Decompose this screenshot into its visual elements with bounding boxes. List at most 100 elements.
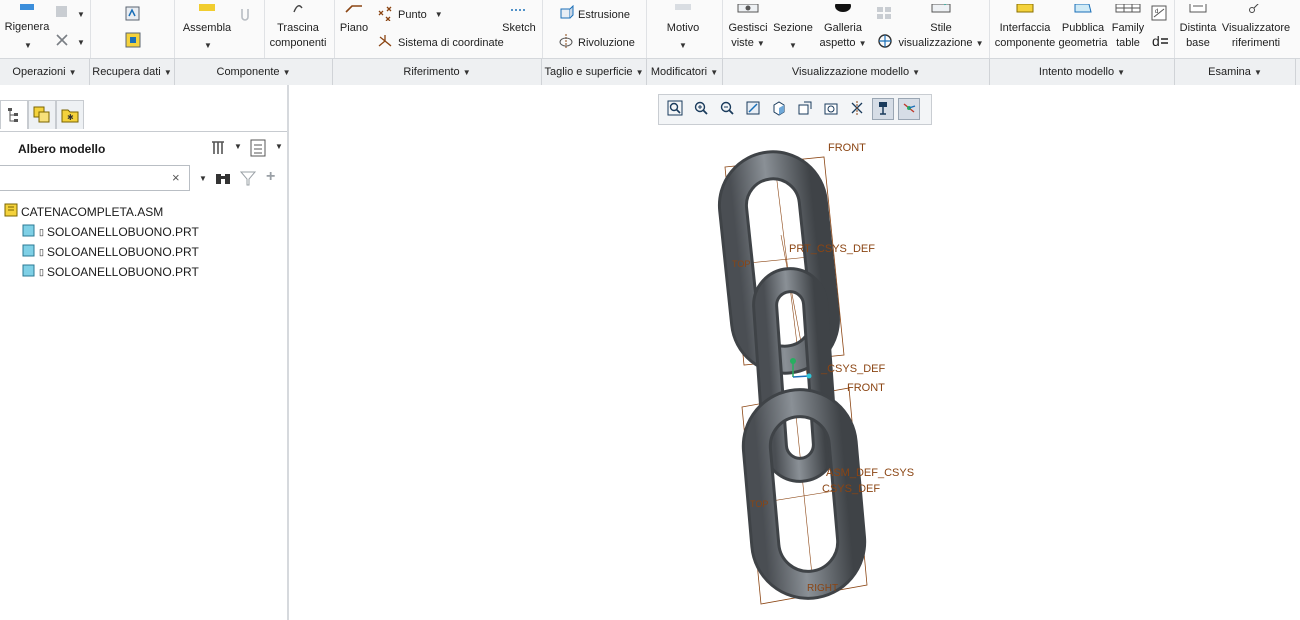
- datum-label-top[interactable]: TOP: [750, 499, 768, 509]
- placement-icon: ▯: [39, 227, 44, 237]
- publish-geometry-button[interactable]: Pubblica geometria: [1058, 3, 1108, 52]
- part-icon: [22, 223, 36, 243]
- chevron-down-icon[interactable]: ▼: [77, 38, 85, 47]
- relations-icon[interactable]: d: [1151, 32, 1169, 53]
- appearance-gallery-button[interactable]: Galleria aspetto ▼: [816, 0, 870, 52]
- show-columns-icon[interactable]: [249, 138, 267, 161]
- tree-item-part[interactable]: ▯ SOLOANELLOBUONO.PRT: [22, 263, 199, 282]
- paste-icon[interactable]: [54, 4, 70, 21]
- tree-item-assembly[interactable]: CATENACOMPLETA.ASM: [4, 203, 163, 222]
- extrude-icon: [558, 4, 574, 24]
- datum-label-csys[interactable]: _CSYS_DEF: [821, 363, 885, 375]
- perspective-icon[interactable]: [876, 32, 894, 53]
- sketch-button[interactable]: Sketch: [500, 9, 538, 52]
- restore-icon[interactable]: [238, 6, 252, 25]
- switch-symbols-icon[interactable]: d: [1151, 5, 1167, 24]
- group-label: Modificatori: [650, 66, 708, 78]
- datum-label-asm-csys[interactable]: ASM_DEF_CSYS: [826, 467, 914, 479]
- drag-components-label-1: Trascina: [277, 22, 319, 34]
- datum-label-right[interactable]: RIGHT: [807, 583, 838, 594]
- model-tree-icon: [7, 107, 21, 126]
- graphics-window[interactable]: FRONT PRT_CSYS_DEF TOP _CSYS_DEF FRONT A…: [289, 85, 1300, 620]
- filter-icon[interactable]: [239, 170, 257, 189]
- chain-model-view[interactable]: [289, 85, 1300, 620]
- assemble-icon: [196, 4, 218, 19]
- tree-search-row: × ▼ +: [0, 163, 287, 195]
- group-model-intent[interactable]: Intento modello ▼: [990, 59, 1175, 85]
- group-modifiers[interactable]: Modificatori ▼: [647, 59, 723, 85]
- copy-geometry-icon[interactable]: [124, 4, 142, 25]
- group-component[interactable]: Componente ▼: [175, 59, 333, 85]
- chevron-down-icon: ▼: [68, 68, 77, 77]
- reference-viewer-button[interactable]: Visualizzatore riferimenti: [1220, 1, 1292, 52]
- regenerate-label: Rigenera: [4, 21, 50, 33]
- chevron-down-icon[interactable]: ▼: [77, 10, 85, 19]
- group-operations[interactable]: Operazioni ▼: [0, 59, 90, 85]
- chevron-down-icon[interactable]: ▼: [24, 38, 32, 53]
- middle-chain-link[interactable]: [752, 267, 838, 483]
- point-button[interactable]: Punto ▼: [376, 5, 443, 24]
- datum-label-front[interactable]: FRONT: [828, 142, 866, 154]
- binoculars-icon[interactable]: [214, 170, 232, 189]
- chevron-down-icon[interactable]: ▼: [435, 10, 443, 19]
- tree-search-input[interactable]: [0, 165, 190, 191]
- bill-of-materials-button[interactable]: Distinta base: [1176, 1, 1220, 52]
- tree-item-label: CATENACOMPLETA.ASM: [21, 205, 164, 219]
- clear-search-icon[interactable]: ×: [172, 170, 180, 185]
- assemble-label: Assembla: [182, 22, 232, 34]
- grid-icon[interactable]: [876, 6, 892, 23]
- tab-folder-browser[interactable]: ✱: [56, 100, 84, 129]
- component-interface-label-1: Interfaccia: [999, 22, 1051, 34]
- tree-settings-icon[interactable]: [208, 138, 230, 161]
- chevron-down-icon[interactable]: ▼: [275, 142, 283, 151]
- pattern-button[interactable]: Motivo ▼: [660, 4, 706, 53]
- chevron-down-icon: ▼: [635, 68, 644, 77]
- group-investigate[interactable]: Esamina ▼: [1175, 59, 1296, 85]
- reference-viewer-label-1: Visualizzatore: [1221, 22, 1291, 34]
- revolve-button[interactable]: Rivoluzione: [558, 33, 635, 52]
- chevron-down-icon[interactable]: ▼: [789, 38, 797, 53]
- assemble-button[interactable]: Assembla ▼: [180, 4, 234, 53]
- manage-views-button[interactable]: Gestisci viste ▼: [726, 3, 770, 52]
- tree-item-label: SOLOANELLOBUONO.PRT: [46, 265, 199, 279]
- tab-model-tree[interactable]: [0, 100, 28, 129]
- coord-system-button[interactable]: Sistema di coordinate: [376, 33, 504, 52]
- add-icon[interactable]: +: [266, 168, 275, 186]
- tree-item-part[interactable]: ▯ SOLOANELLOBUONO.PRT: [22, 243, 199, 262]
- family-table-button[interactable]: Family table: [1110, 3, 1146, 52]
- section-label: Sezione: [773, 22, 813, 34]
- chevron-down-icon[interactable]: ▼: [757, 39, 765, 48]
- point-label: Punto: [398, 8, 427, 21]
- datum-label-csys[interactable]: CSYS_DEF: [822, 483, 880, 495]
- regenerate-button[interactable]: Rigenera ▼: [4, 4, 50, 53]
- chevron-down-icon[interactable]: ▼: [234, 142, 242, 151]
- chevron-down-icon[interactable]: ▼: [204, 38, 212, 53]
- group-get-data[interactable]: Recupera dati ▼: [90, 59, 175, 85]
- delete-icon[interactable]: [54, 32, 70, 51]
- component-interface-button[interactable]: Interfaccia componente: [994, 3, 1056, 52]
- datum-label-top[interactable]: TOP: [732, 259, 750, 269]
- tree-item-part[interactable]: ▯ SOLOANELLOBUONO.PRT: [22, 223, 199, 242]
- group-label: Esamina: [1208, 66, 1251, 78]
- group-model-display[interactable]: Visualizzazione modello ▼: [723, 59, 990, 85]
- tab-layers[interactable]: [28, 100, 56, 129]
- chevron-down-icon[interactable]: ▼: [859, 39, 867, 48]
- datum-label-front[interactable]: FRONT: [847, 382, 885, 394]
- plane-button[interactable]: Piano: [338, 5, 370, 52]
- display-style-button[interactable]: Stile visualizzazione ▼: [896, 0, 986, 52]
- section-button[interactable]: Sezione ▼: [772, 12, 814, 52]
- drag-components-button[interactable]: Trascina componenti: [266, 5, 330, 52]
- shrinkwrap-icon[interactable]: [124, 31, 142, 52]
- ribbon-commands: Rigenera ▼ ▼ ▼ Assembla ▼ Trascina compo…: [0, 0, 1300, 58]
- chevron-down-icon[interactable]: ▼: [199, 174, 207, 183]
- group-cut-surface[interactable]: Taglio e superficie ▼: [542, 59, 647, 85]
- revolve-icon: [558, 33, 574, 52]
- group-datum[interactable]: Riferimento ▼: [333, 59, 542, 85]
- chevron-down-icon[interactable]: ▼: [679, 38, 687, 53]
- appearance-gallery-label-1: Galleria: [824, 22, 862, 34]
- drag-icon: [290, 4, 306, 19]
- extrude-label: Estrusione: [578, 8, 630, 21]
- extrude-button[interactable]: Estrusione: [558, 4, 630, 24]
- chevron-down-icon[interactable]: ▼: [976, 39, 984, 48]
- datum-label-csys[interactable]: PRT_CSYS_DEF: [789, 243, 875, 255]
